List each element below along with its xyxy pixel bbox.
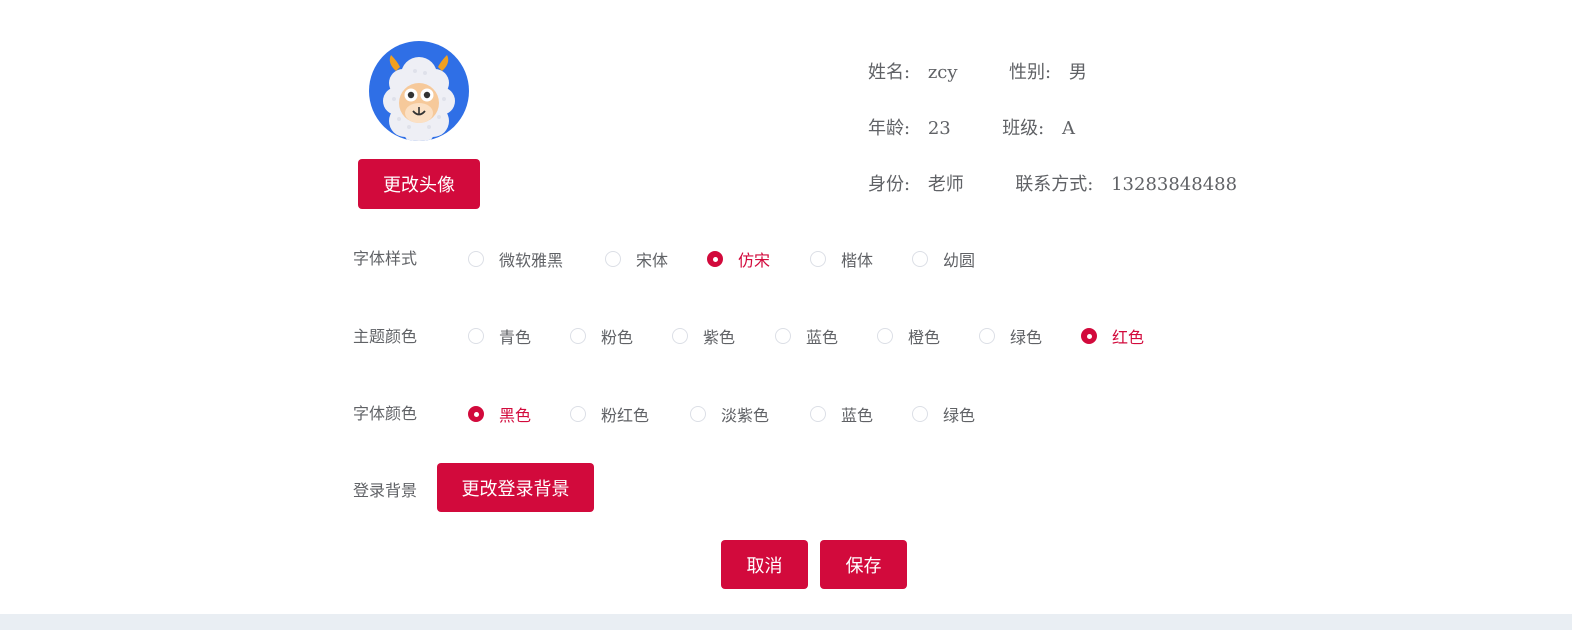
radio-circle[interactable] xyxy=(877,328,893,344)
font-color-option-label: 绿色 xyxy=(943,406,976,425)
theme-color-option-label: 粉色 xyxy=(601,328,634,347)
class-value: A xyxy=(1062,118,1075,139)
radio-circle[interactable] xyxy=(810,406,826,422)
radio-circle[interactable] xyxy=(707,251,723,267)
radio-circle[interactable] xyxy=(672,328,688,344)
radio-circle[interactable] xyxy=(810,251,826,267)
radio-circle[interactable] xyxy=(1081,328,1097,344)
save-button[interactable]: 保存 xyxy=(820,540,907,589)
font-style-option-label: 楷体 xyxy=(841,251,874,270)
theme-color-option-label: 绿色 xyxy=(1010,328,1043,347)
radio-circle[interactable] xyxy=(775,328,791,344)
theme-color-option-cyan[interactable]: 青色 xyxy=(468,324,531,348)
theme-color-option-label: 青色 xyxy=(499,328,532,347)
font-color-option-label: 黑色 xyxy=(499,406,532,425)
font-style-option-label: 仿宋 xyxy=(738,251,771,270)
font-color-option-blue[interactable]: 蓝色 xyxy=(810,402,873,426)
font-style-option-label: 微软雅黑 xyxy=(499,251,564,270)
identity-value: 老师 xyxy=(927,174,964,195)
font-color-option-label: 蓝色 xyxy=(841,406,874,425)
font-color-label: 字体颜色 xyxy=(353,404,418,423)
footer-band xyxy=(0,614,1572,630)
radio-circle[interactable] xyxy=(912,406,928,422)
font-style-option-kaiti[interactable]: 楷体 xyxy=(810,247,873,271)
info-row-name-gender: 姓名: zcy 性别: 男 xyxy=(868,58,1087,84)
radio-circle[interactable] xyxy=(468,406,484,422)
radio-circle[interactable] xyxy=(570,406,586,422)
font-color-option-pink-red[interactable]: 粉红色 xyxy=(570,402,649,426)
theme-color-option-label: 红色 xyxy=(1112,328,1145,347)
font-style-option-label: 宋体 xyxy=(636,251,669,270)
radio-circle[interactable] xyxy=(912,251,928,267)
theme-color-option-label: 紫色 xyxy=(703,328,736,347)
login-background-label: 登录背景 xyxy=(353,481,418,500)
font-style-option-yahei[interactable]: 微软雅黑 xyxy=(468,247,563,271)
font-color-option-label: 淡紫色 xyxy=(721,406,770,425)
theme-color-option-label: 橙色 xyxy=(908,328,941,347)
theme-color-option-purple[interactable]: 紫色 xyxy=(672,324,735,348)
age-value: 23 xyxy=(927,118,951,139)
theme-color-option-pink[interactable]: 粉色 xyxy=(570,324,633,348)
font-style-option-fangsong[interactable]: 仿宋 xyxy=(707,247,770,271)
change-login-background-button[interactable]: 更改登录背景 xyxy=(437,463,594,512)
font-style-label: 字体样式 xyxy=(353,249,418,268)
theme-color-label: 主题颜色 xyxy=(353,327,418,346)
sheep-icon xyxy=(383,55,455,141)
gender-label: 性别: xyxy=(1009,62,1052,83)
theme-color-option-red[interactable]: 红色 xyxy=(1081,324,1144,348)
radio-circle[interactable] xyxy=(468,328,484,344)
info-row-age-class: 年龄: 23 班级: A xyxy=(868,114,1075,140)
avatar xyxy=(369,41,469,141)
info-row-identity-contact: 身份: 老师 联系方式: 13283848488 xyxy=(868,170,1237,196)
font-style-option-songti[interactable]: 宋体 xyxy=(605,247,668,271)
radio-circle[interactable] xyxy=(468,251,484,267)
font-color-option-label: 粉红色 xyxy=(601,406,650,425)
theme-color-option-blue[interactable]: 蓝色 xyxy=(775,324,838,348)
contact-value: 13283848488 xyxy=(1111,174,1238,195)
radio-circle[interactable] xyxy=(570,328,586,344)
cancel-button[interactable]: 取消 xyxy=(721,540,808,589)
radio-circle[interactable] xyxy=(605,251,621,267)
theme-color-option-orange[interactable]: 橙色 xyxy=(877,324,940,348)
age-label: 年龄: xyxy=(868,118,911,139)
contact-label: 联系方式: xyxy=(1015,174,1094,195)
identity-label: 身份: xyxy=(868,174,911,195)
theme-color-option-green[interactable]: 绿色 xyxy=(979,324,1042,348)
font-style-option-youyuan[interactable]: 幼圆 xyxy=(912,247,975,271)
name-value: zcy xyxy=(927,62,958,83)
theme-color-option-label: 蓝色 xyxy=(806,328,839,347)
name-label: 姓名: xyxy=(868,62,911,83)
radio-circle[interactable] xyxy=(979,328,995,344)
font-color-option-lavender[interactable]: 淡紫色 xyxy=(690,402,769,426)
class-label: 班级: xyxy=(1002,118,1045,139)
change-avatar-button[interactable]: 更改头像 xyxy=(358,159,480,209)
gender-value: 男 xyxy=(1068,62,1087,83)
radio-circle[interactable] xyxy=(690,406,706,422)
font-color-option-green[interactable]: 绿色 xyxy=(912,402,975,426)
font-color-option-black[interactable]: 黑色 xyxy=(468,402,531,426)
font-style-option-label: 幼圆 xyxy=(943,251,976,270)
